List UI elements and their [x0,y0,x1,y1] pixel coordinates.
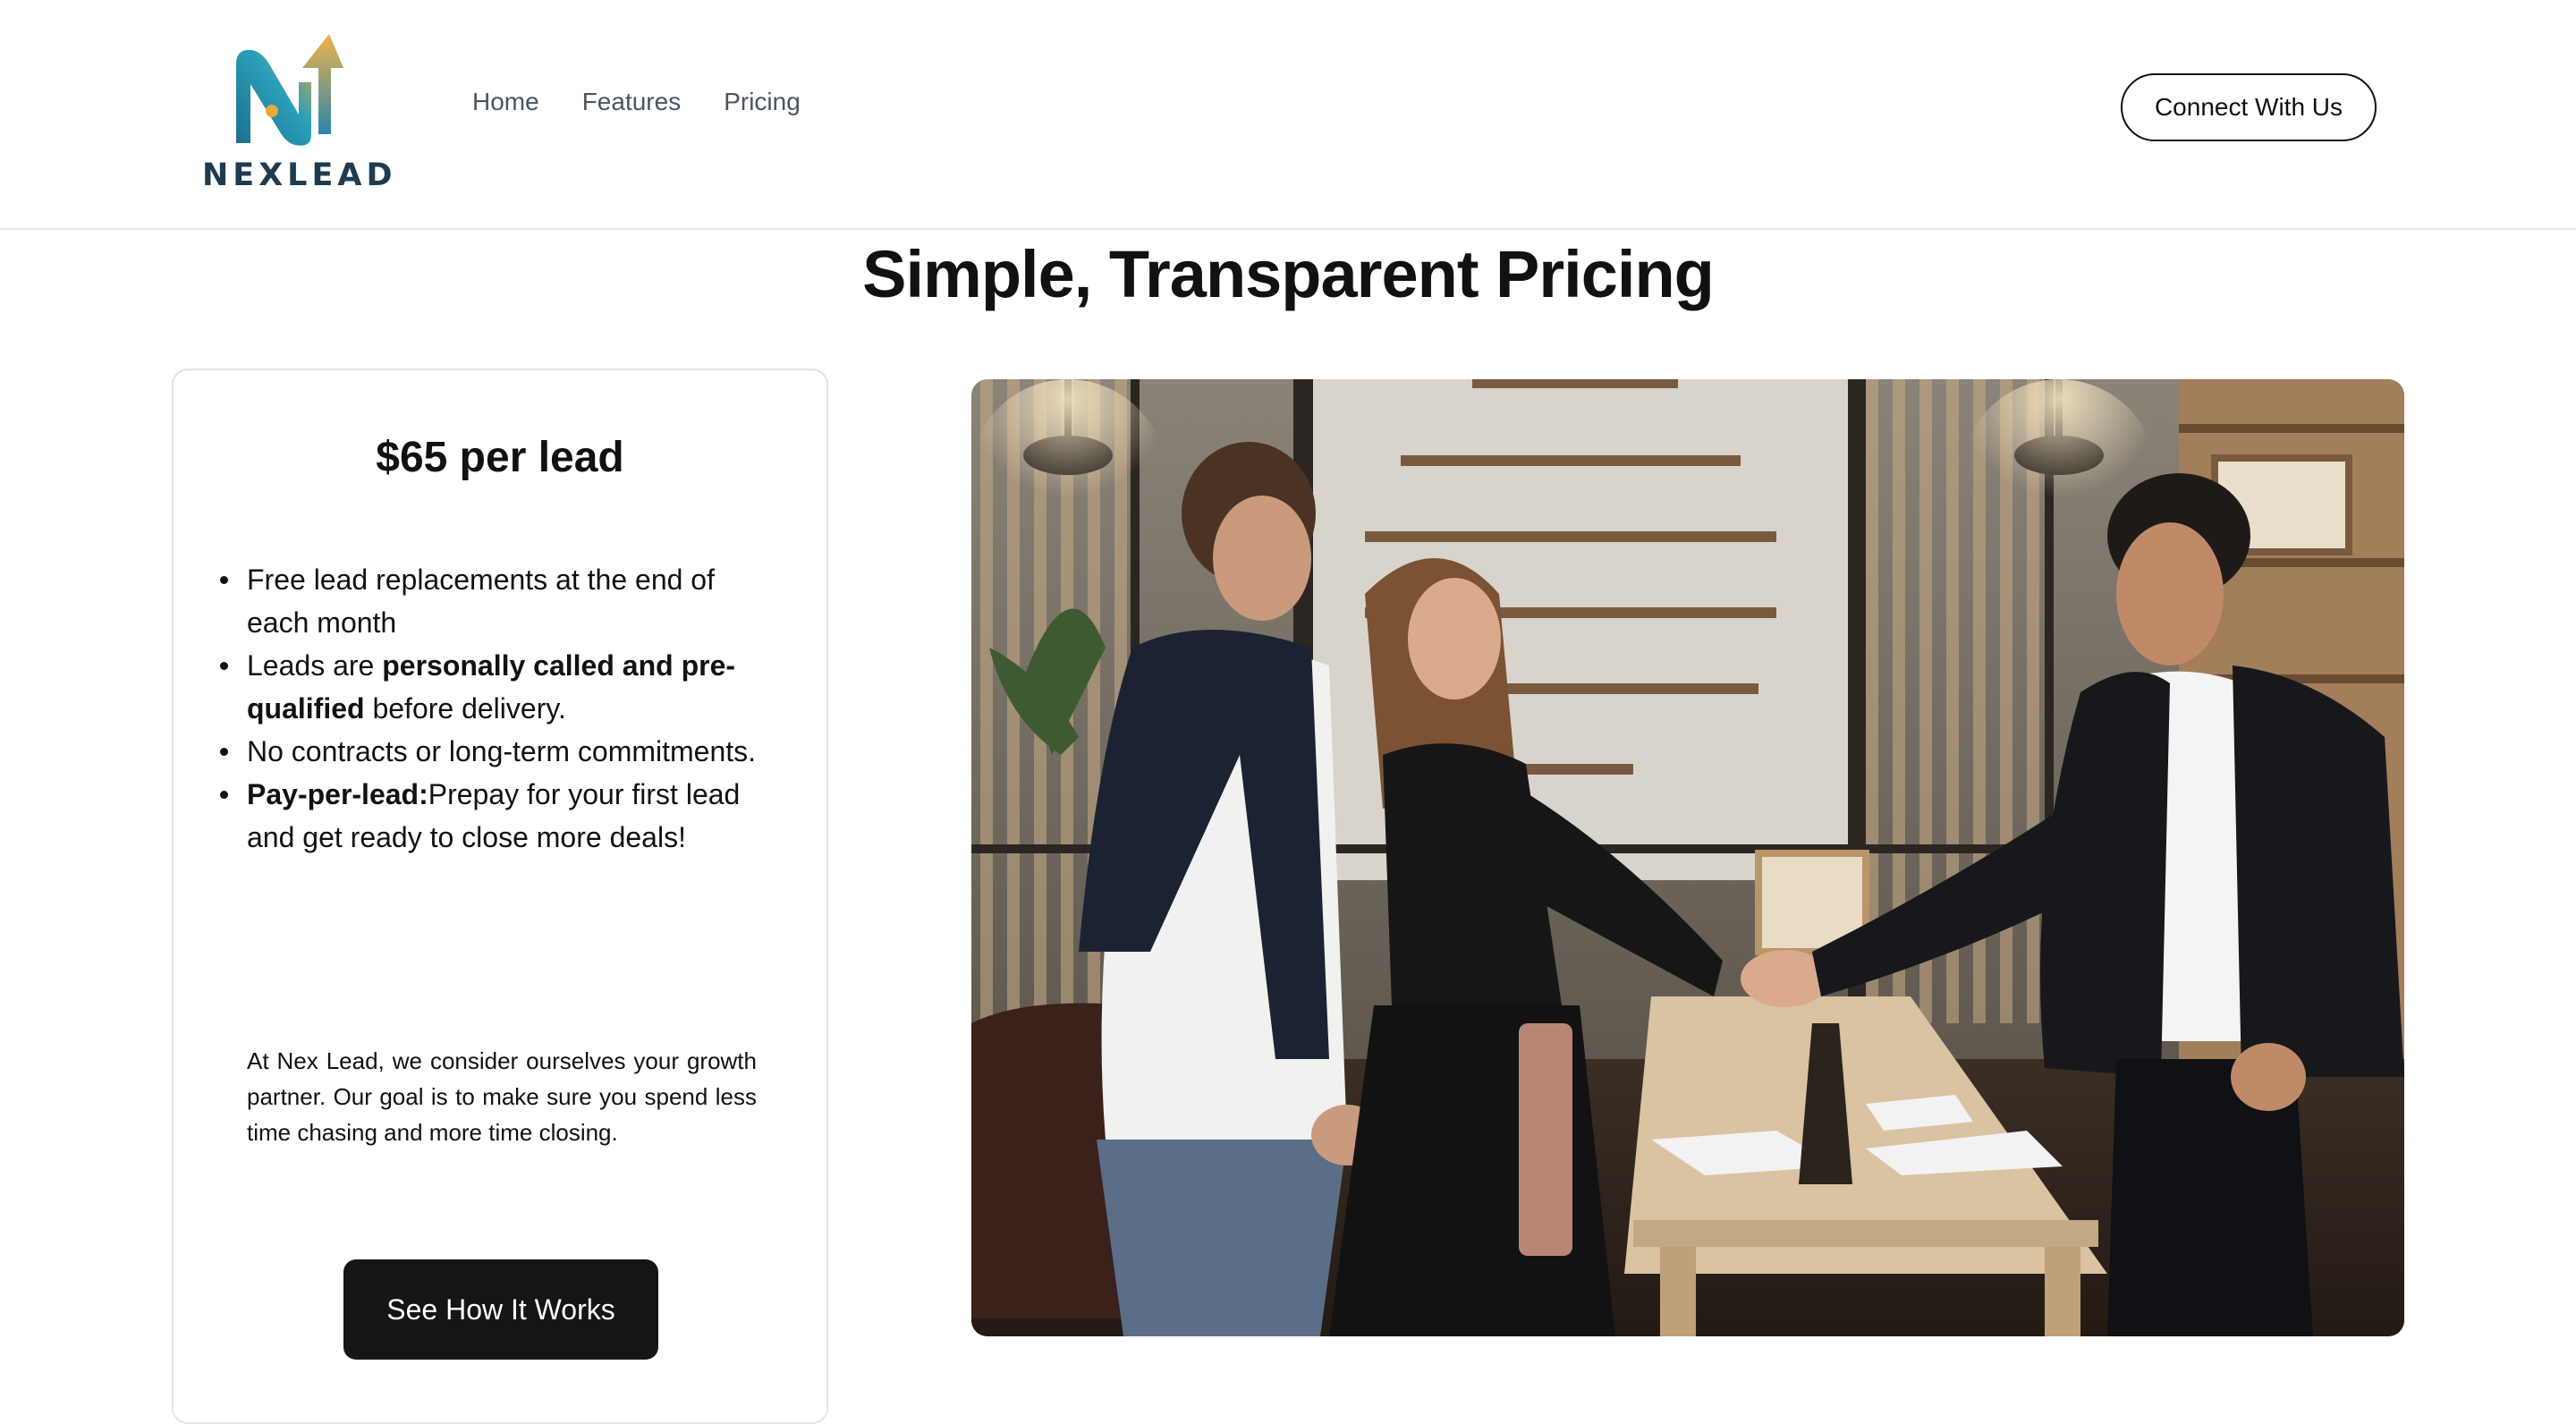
site-header: NEXLEAD Home Features Pricing Connect Wi… [0,0,2576,230]
nav-features[interactable]: Features [582,88,682,116]
price-label: $65 per lead [376,434,624,481]
nav-home[interactable]: Home [472,88,539,116]
feature-item: Free lead replacements at the end of eac… [220,558,757,644]
pricing-card: $65 per lead Free lead replacements at t… [172,369,828,1424]
page-title: Simple, Transparent Pricing [862,237,1715,311]
connect-with-us-button[interactable]: Connect With Us [2121,73,2377,141]
feature-list: Free lead replacements at the end of eac… [220,558,757,859]
logo[interactable]: NEXLEAD [202,27,397,197]
feature-item: Leads are personally called and pre-qual… [220,644,757,730]
office-handshake-photo [971,379,2404,1336]
nexlead-logo-icon [236,34,343,146]
see-how-it-works-button[interactable]: See How It Works [343,1259,658,1360]
nav-pricing[interactable]: Pricing [724,88,801,116]
logo-wordmark: NEXLEAD [202,157,397,193]
feature-item: No contracts or long-term commitments. [220,730,757,773]
feature-item: Pay-per-lead:Prepay for your first lead … [220,773,757,859]
growth-partner-blurb: At Nex Lead, we consider ourselves your … [247,1047,757,1146]
main-nav: Home Features Pricing [472,88,801,116]
